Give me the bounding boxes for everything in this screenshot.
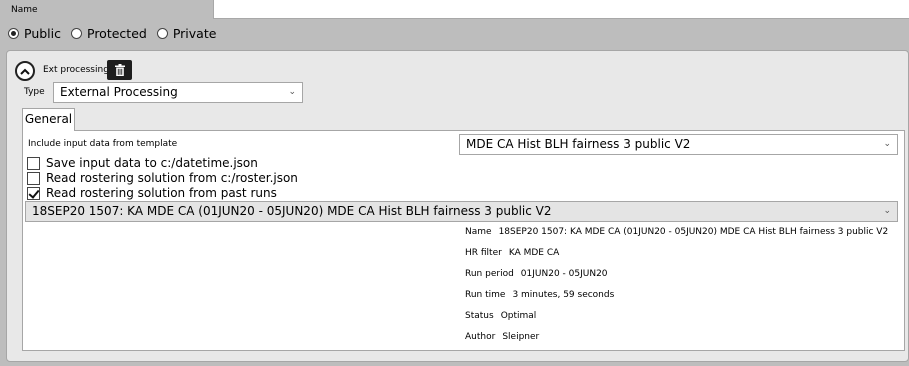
radio-public[interactable]: Public (8, 26, 61, 41)
detail-row: Status Optimal (465, 310, 888, 331)
chevron-down-icon: ⌄ (883, 206, 891, 216)
read-roster-file-checkbox[interactable] (27, 171, 40, 185)
radio-public-label: Public (24, 25, 61, 41)
visibility-radio-group: Public Protected Private (8, 25, 226, 41)
detail-key: Status (465, 311, 494, 321)
detail-value: Sleipner (502, 332, 540, 342)
detail-key: Author (465, 332, 496, 342)
radio-protected[interactable]: Protected (71, 26, 147, 41)
radio-private-label: Private (172, 25, 217, 41)
detail-key: HR filter (465, 248, 502, 258)
chevron-down-icon: ⌄ (288, 87, 296, 97)
radio-protected-indicator[interactable] (71, 27, 82, 39)
type-select-value: External Processing (60, 85, 178, 99)
name-label: Name (11, 5, 38, 15)
ext-processing-label: Ext processing (43, 65, 109, 75)
detail-row: Run period 01JUN20 - 05JUN20 (465, 268, 888, 289)
radio-public-indicator[interactable] (8, 27, 19, 39)
radio-private-indicator[interactable] (156, 27, 168, 39)
read-past-runs-checkbox[interactable] (27, 186, 40, 200)
detail-key: Name (465, 227, 492, 237)
collapse-button[interactable] (15, 61, 35, 81)
read-past-runs-label: Read rostering solution from past runs (46, 186, 277, 200)
chevron-up-icon (20, 68, 30, 75)
include-template-label: Include input data from template (28, 139, 178, 149)
type-select[interactable]: External Processing ⌄ (53, 82, 303, 103)
tab-general[interactable]: General (22, 108, 75, 131)
past-run-select-value: 18SEP20 1507: KA MDE CA (01JUN20 - 05JUN… (32, 204, 552, 218)
detail-value: 3 minutes, 59 seconds (512, 290, 615, 300)
read-past-runs-checkbox-row[interactable]: Read rostering solution from past runs (27, 186, 277, 200)
detail-value: 01JUN20 - 05JUN20 (520, 269, 608, 279)
detail-value: KA MDE CA (508, 248, 560, 258)
radio-protected-label: Protected (87, 25, 147, 41)
detail-row: Name 18SEP20 1507: KA MDE CA (01JUN20 - … (465, 226, 888, 247)
name-input[interactable] (213, 0, 909, 19)
detail-value: Optimal (500, 311, 537, 321)
template-select-value: MDE CA Hist BLH fairness 3 public V2 (466, 137, 691, 151)
type-label: Type (24, 87, 45, 97)
detail-key: Run time (465, 290, 506, 300)
chevron-down-icon: ⌄ (883, 139, 891, 149)
save-input-checkbox[interactable] (27, 156, 40, 170)
run-details: Name 18SEP20 1507: KA MDE CA (01JUN20 - … (465, 226, 888, 352)
detail-row: HR filter KA MDE CA (465, 247, 888, 268)
radio-private[interactable]: Private (156, 25, 217, 41)
save-input-checkbox-row[interactable]: Save input data to c:/datetime.json (27, 156, 258, 170)
read-roster-file-label: Read rostering solution from c:/roster.j… (46, 171, 298, 185)
trash-icon (114, 64, 125, 76)
detail-key: Run period (465, 269, 514, 279)
detail-value: 18SEP20 1507: KA MDE CA (01JUN20 - 05JUN… (498, 227, 889, 237)
ext-processing-panel: Ext processing Type External Processing … (6, 50, 909, 362)
name-row: Name (0, 0, 909, 22)
detail-row: Run time 3 minutes, 59 seconds (465, 289, 888, 310)
general-tab-panel: Include input data from template MDE CA … (22, 130, 905, 351)
template-select[interactable]: MDE CA Hist BLH fairness 3 public V2 ⌄ (459, 134, 898, 155)
save-input-label: Save input data to c:/datetime.json (46, 156, 258, 170)
detail-row: Author Sleipner (465, 331, 888, 352)
delete-button[interactable] (107, 60, 132, 80)
read-roster-file-checkbox-row[interactable]: Read rostering solution from c:/roster.j… (27, 171, 298, 185)
past-run-select[interactable]: 18SEP20 1507: KA MDE CA (01JUN20 - 05JUN… (25, 201, 898, 222)
